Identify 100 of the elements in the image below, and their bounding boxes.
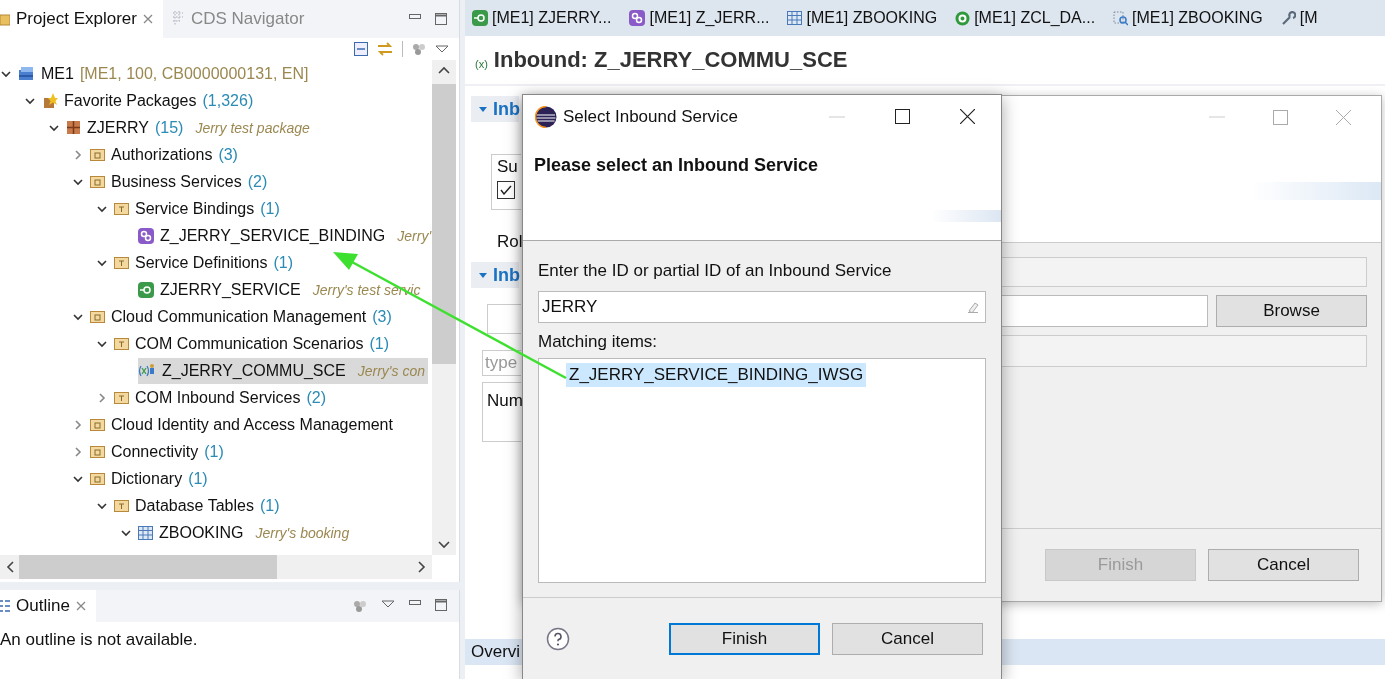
- item-label: COM Inbound Services: [135, 388, 301, 407]
- item-label: ZBOOKING: [159, 523, 244, 542]
- folder-icon: [114, 499, 129, 512]
- maximize-icon[interactable]: [895, 109, 910, 124]
- folder-icon: [114, 337, 129, 350]
- tree-item[interactable]: Database Tables (1): [114, 492, 283, 519]
- editor-tab[interactable]: [ME1] ZBOOKING: [784, 7, 941, 29]
- tree-item[interactable]: Cloud Identity and Access Management: [90, 411, 396, 438]
- tree-item[interactable]: Z_JERRY_SERVICE_BINDING Jerry': [138, 222, 432, 249]
- folder-icon: [90, 418, 105, 431]
- search-field[interactable]: JERRY: [538, 291, 986, 323]
- list-label: Matching items:: [538, 332, 659, 352]
- item-label: ZJERRY_SERVICE: [160, 280, 301, 299]
- filter-dots-icon[interactable]: [412, 42, 426, 56]
- tree-item[interactable]: Service Definitions (1): [114, 249, 297, 276]
- item-count: (2): [306, 388, 326, 407]
- collapse-all-icon[interactable]: [354, 42, 368, 56]
- tree-item[interactable]: Business Services (2): [90, 168, 271, 195]
- close-icon[interactable]: [960, 109, 975, 124]
- item-label: Dictionary: [111, 469, 183, 488]
- view-menu-icon[interactable]: [381, 599, 395, 609]
- chevron-right-icon[interactable]: [72, 148, 84, 161]
- editor-tab[interactable]: [ME1] Z_JERR...: [626, 7, 773, 29]
- item-count: (2): [247, 172, 268, 191]
- item-label: ME1: [41, 64, 74, 83]
- chevron-right-icon[interactable]: [72, 445, 84, 458]
- minimize-icon[interactable]: [409, 599, 421, 607]
- folder-icon: [90, 310, 105, 323]
- view-icon: [1113, 10, 1129, 26]
- tree-item[interactable]: Dictionary (1): [90, 465, 211, 492]
- package-icon: [66, 120, 81, 135]
- section-header[interactable]: Inb: [471, 96, 519, 122]
- tree-item[interactable]: Authorizations (3): [90, 141, 241, 168]
- item-count: (15): [154, 118, 184, 137]
- item-count: (1): [259, 496, 280, 515]
- system-icon: [18, 66, 35, 81]
- service-icon: [472, 10, 488, 26]
- service-icon: [138, 281, 154, 298]
- cancel-button[interactable]: Cancel: [832, 623, 983, 655]
- item-label: Cloud Communication Management: [111, 307, 367, 326]
- checkbox[interactable]: [497, 181, 515, 199]
- grid-icon: [170, 11, 185, 27]
- tree-item[interactable]: Service Bindings (1): [114, 195, 283, 222]
- editor-title: Inbound: Z_JERRY_COMMU_SCE: [493, 47, 848, 73]
- minimize-icon[interactable]: [409, 13, 421, 21]
- item-label: Cloud Identity and Access Management: [111, 415, 393, 434]
- filter-field[interactable]: type: [482, 350, 521, 376]
- tree-item[interactable]: ZBOOKING Jerry's booking: [138, 519, 353, 546]
- link-icon: [629, 10, 646, 26]
- wrench-icon: [1280, 10, 1296, 26]
- list-item[interactable]: Z_JERRY_SERVICE_BINDING_IWSG: [566, 363, 867, 387]
- tree-item[interactable]: Connectivity (1): [90, 438, 227, 465]
- item-description: Jerry's con: [357, 362, 425, 379]
- view-menu-icon[interactable]: [435, 44, 449, 54]
- editor-tab[interactable]: [ME1] ZJERRY...: [469, 7, 615, 29]
- folder-icon: [0, 12, 10, 26]
- chevron-right-icon[interactable]: [96, 391, 108, 404]
- view-tab[interactable]: Project Explorer: [0, 0, 163, 38]
- item-count: (1): [204, 442, 224, 461]
- chevron-right-icon[interactable]: [72, 418, 84, 431]
- editor-tab[interactable]: [ME1] ZBOOKING: [1110, 7, 1266, 29]
- filter-dots-icon[interactable]: [353, 599, 367, 613]
- input-field[interactable]: [1001, 295, 1208, 327]
- scroll-down-icon[interactable]: [438, 541, 450, 549]
- item-label: Service Bindings: [135, 199, 255, 218]
- tree-item[interactable]: Cloud Communication Management (3): [90, 303, 395, 330]
- cancel-button[interactable]: Cancel: [1208, 549, 1359, 581]
- editor-tab[interactable]: [ME1] ZCL_DA...: [952, 7, 1099, 29]
- folder-icon: [90, 175, 105, 188]
- tree-item[interactable]: Z_JERRY_COMMU_SCE Jerry's con: [138, 357, 428, 384]
- tree-item[interactable]: COM Communication Scenarios (1): [114, 330, 393, 357]
- scroll-up-icon[interactable]: [438, 66, 450, 74]
- folder-icon: [90, 472, 105, 485]
- input-field[interactable]: [1001, 257, 1367, 287]
- view-tab[interactable]: Outline: [0, 590, 96, 622]
- editor-page-tab[interactable]: Overvi: [465, 642, 527, 662]
- scrollbar-thumb[interactable]: [432, 84, 456, 364]
- input-field[interactable]: [487, 304, 521, 334]
- scroll-left-icon[interactable]: [6, 561, 14, 573]
- title-icon: (x): [475, 58, 488, 70]
- link-icon: [138, 227, 154, 244]
- help-icon[interactable]: [546, 627, 570, 651]
- section-header[interactable]: Inb: [471, 262, 519, 288]
- item-label: COM Communication Scenarios: [135, 334, 364, 353]
- input-field[interactable]: [1001, 335, 1367, 367]
- tree-item[interactable]: Favorite Packages (1,326): [42, 87, 257, 114]
- class-icon: [955, 10, 971, 26]
- tree-item[interactable]: ZJERRY (15) Jerry test package: [66, 114, 313, 141]
- item-label: Database Tables: [135, 496, 254, 515]
- finish-button[interactable]: Finish: [669, 623, 820, 655]
- tree-item[interactable]: COM Inbound Services (2): [114, 384, 329, 411]
- scroll-right-icon[interactable]: [418, 561, 426, 573]
- editor-tab[interactable]: [M: [1277, 7, 1321, 29]
- browse-button[interactable]: Browse: [1216, 295, 1367, 327]
- tree-item[interactable]: ME1 [ME1, 100, CB0000000131, EN]: [18, 60, 312, 87]
- item-label: ZJERRY: [87, 118, 149, 137]
- outline-message: An outline is not available.: [0, 629, 199, 650]
- scenario-icon: [138, 362, 156, 379]
- item-description: Jerry test package: [195, 119, 310, 136]
- scrollbar-thumb[interactable]: [19, 555, 277, 579]
